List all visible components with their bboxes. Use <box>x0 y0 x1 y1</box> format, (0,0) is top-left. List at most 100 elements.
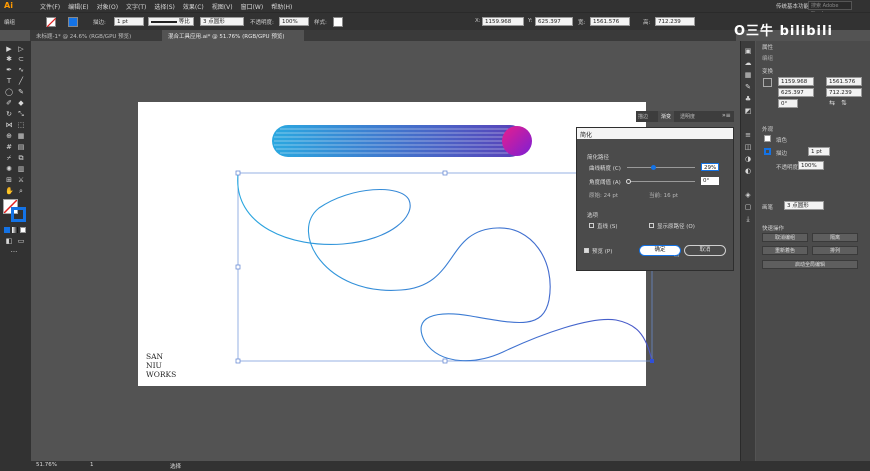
y-field[interactable]: 625.397 <box>535 17 573 26</box>
graphic-styles-icon[interactable]: ◩ <box>744 107 752 115</box>
tab-transparency[interactable]: 透明度 <box>680 113 695 120</box>
brush-definition-field[interactable]: 3 点圆形 <box>200 17 244 26</box>
menu-window[interactable]: 窗口(W) <box>241 2 264 11</box>
menu-select[interactable]: 选择(S) <box>154 2 175 11</box>
x-field[interactable]: 1159.968 <box>482 17 524 26</box>
brushes-icon[interactable]: ✎ <box>744 83 752 91</box>
hand-icon[interactable]: ✋ <box>5 187 14 195</box>
stroke-weight-field[interactable]: 1 pt <box>808 147 830 156</box>
flip-vertical-icon[interactable]: ⇅ <box>840 99 848 107</box>
swatches-icon[interactable]: ▦ <box>744 71 752 79</box>
tab-untitled[interactable]: 未标题-1* @ 24.6% (RGB/GPU 预览) <box>30 30 158 41</box>
menu-file[interactable]: 文件(F) <box>40 2 60 11</box>
zoom-icon[interactable]: ⌕ <box>17 187 25 195</box>
menu-edit[interactable]: 编辑(E) <box>68 2 88 11</box>
height-field[interactable]: 712.239 <box>826 88 862 97</box>
graphic-style-swatch[interactable] <box>333 17 343 27</box>
blend-icon[interactable]: ⧉ <box>17 154 25 162</box>
more-tools-icon[interactable]: ··· <box>10 248 18 256</box>
gradient-panel-icon[interactable]: ◫ <box>744 143 752 151</box>
curvature-icon[interactable]: ∿ <box>17 66 25 74</box>
variable-width-profile[interactable]: 等比 <box>148 17 194 26</box>
layers-icon[interactable]: ◈ <box>744 191 752 199</box>
tab-gradient[interactable]: 渐变 <box>658 111 675 122</box>
color-mode-icon[interactable] <box>4 227 10 233</box>
workspace-switcher[interactable]: 传统基本功能 <box>776 2 809 10</box>
menu-view[interactable]: 视图(V) <box>212 2 233 11</box>
tab-stroke[interactable]: 描边 <box>638 113 648 120</box>
curve-precision-field[interactable]: 29% <box>701 163 719 171</box>
lasso-icon[interactable]: ⊂ <box>17 55 25 63</box>
direct-selection-icon[interactable]: ▷ <box>17 45 25 53</box>
corner-angle-field[interactable]: 0° <box>701 177 719 185</box>
menu-type[interactable]: 文字(T) <box>126 2 146 11</box>
curve-precision-slider[interactable] <box>627 167 695 168</box>
menu-object[interactable]: 对象(O) <box>97 2 118 11</box>
panel-menu-icon[interactable]: »≡ <box>722 112 731 119</box>
y-field[interactable]: 625.397 <box>778 88 814 97</box>
screen-mode-icon[interactable]: ▭ <box>17 237 25 245</box>
gradient-mode-icon[interactable] <box>12 227 18 233</box>
magic-wand-icon[interactable]: ✱ <box>5 55 13 63</box>
global-edit-button[interactable]: 启动全局编辑 <box>762 260 858 269</box>
preview-checkbox[interactable] <box>584 248 589 253</box>
properties-tab[interactable]: 属性 <box>762 43 773 51</box>
appearance-panel-icon[interactable]: ◐ <box>744 167 752 175</box>
ungroup-button[interactable]: 取消编组 <box>762 233 808 242</box>
symbol-sprayer-icon[interactable]: ✺ <box>5 165 13 173</box>
mesh-icon[interactable]: # <box>5 143 13 151</box>
opacity-field[interactable]: 100% <box>798 161 824 170</box>
properties-icon[interactable]: ▣ <box>744 47 752 55</box>
selection-tool-icon[interactable]: ▶ <box>5 45 13 53</box>
slice-icon[interactable]: ⚔ <box>17 176 25 184</box>
straight-lines-checkbox[interactable] <box>589 223 594 228</box>
libraries-icon[interactable]: ☁ <box>744 59 752 67</box>
scale-icon[interactable]: ⤡ <box>17 110 25 118</box>
artboard-icon[interactable]: ⊞ <box>5 176 13 184</box>
width-tool-icon[interactable]: ⋈ <box>5 121 13 129</box>
transparency-panel-icon[interactable]: ◑ <box>744 155 752 163</box>
isolate-button[interactable]: 隔离 <box>812 233 858 242</box>
stock-search-input[interactable]: 搜索 Adobe Stock <box>808 1 852 17</box>
corner-angle-slider[interactable] <box>627 181 695 182</box>
flip-horizontal-icon[interactable]: ⇆ <box>828 99 836 107</box>
tab-blend-tool[interactable]: 混合工具应用.ai* @ 51.76% (RGB/GPU 预览) <box>162 30 304 41</box>
stroke-weight-field[interactable]: 1 pt <box>114 17 144 26</box>
rotate-icon[interactable]: ↻ <box>5 110 13 118</box>
shaper-icon[interactable]: ✐ <box>5 99 13 107</box>
corner-angle-knob[interactable] <box>626 179 631 184</box>
anchor-point[interactable] <box>650 359 654 363</box>
free-transform-icon[interactable]: ⬚ <box>17 121 25 129</box>
shape-builder-icon[interactable]: ⊕ <box>5 132 13 140</box>
line-tool-icon[interactable]: ╱ <box>17 77 25 85</box>
appearance-stroke-swatch[interactable] <box>764 148 771 155</box>
graph-icon[interactable]: ▥ <box>17 165 25 173</box>
zoom-level[interactable]: 51.76% <box>36 462 57 468</box>
eraser-icon[interactable]: ◆ <box>17 99 25 107</box>
width-field[interactable]: 1561.576 <box>590 17 630 26</box>
arrange-button[interactable]: 排列 <box>812 246 858 255</box>
reference-point-icon[interactable] <box>763 78 772 87</box>
show-original-checkbox[interactable] <box>649 223 654 228</box>
height-field[interactable]: 712.239 <box>655 17 695 26</box>
width-field[interactable]: 1561.576 <box>826 77 862 86</box>
artboards-icon[interactable]: ▢ <box>744 203 752 211</box>
cancel-button[interactable]: 取消 <box>684 245 726 256</box>
opacity-field[interactable]: 100% <box>279 17 309 26</box>
appearance-fill-swatch[interactable] <box>764 135 771 142</box>
recolor-button[interactable]: 重新着色 <box>762 246 808 255</box>
none-mode-icon[interactable] <box>20 227 26 233</box>
menu-help[interactable]: 帮助(H) <box>271 2 292 11</box>
fill-swatch[interactable] <box>46 17 57 28</box>
blend-capsule[interactable] <box>270 125 535 161</box>
stroke-swatch[interactable] <box>68 17 78 27</box>
eyedropper-icon[interactable]: ⌿ <box>5 154 13 162</box>
x-field[interactable]: 1159.968 <box>778 77 814 86</box>
gradient-icon[interactable]: ▤ <box>17 143 25 151</box>
brush-field[interactable]: 3 点圆形 <box>784 201 824 210</box>
stroke-panel-icon[interactable]: ≡ <box>744 131 752 139</box>
symbols-icon[interactable]: ♣ <box>744 95 752 103</box>
draw-mode-icon[interactable]: ◧ <box>5 237 13 245</box>
rotate-field[interactable]: 0° <box>778 99 798 108</box>
curve-precision-knob[interactable] <box>651 165 656 170</box>
